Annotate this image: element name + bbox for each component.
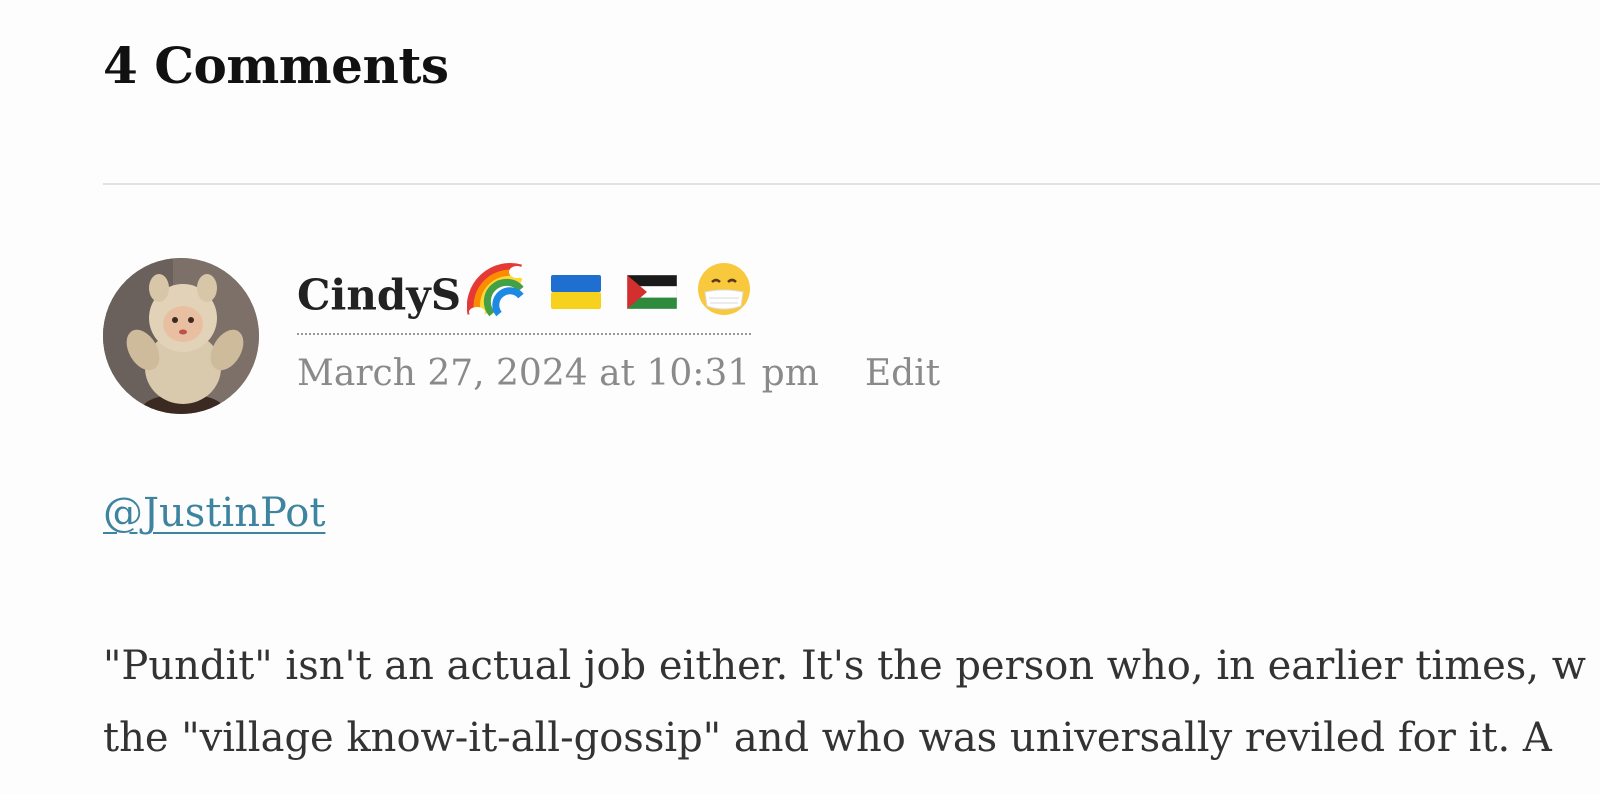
rainbow-icon: [466, 260, 526, 329]
comment-meta-row: March 27, 2024 at 10:31 pm Edit: [297, 353, 940, 394]
author-name[interactable]: CindyS: [297, 271, 461, 320]
comment-timestamp[interactable]: March 27, 2024 at 10:31 pm: [297, 353, 819, 394]
palestine-flag-icon: [607, 270, 678, 320]
ukraine-flag-icon: [531, 270, 602, 320]
comments-heading: 4 Comments: [103, 36, 449, 95]
author-line: CindyS: [297, 262, 752, 336]
comment-meta: CindyS March 27, 2024 at 10:31 pm Edit: [297, 262, 940, 394]
comment-body-line: the "village know-it-all-gossip" and who…: [103, 715, 1552, 761]
mention-link[interactable]: @JustinPot: [103, 490, 325, 536]
divider: [103, 183, 1600, 185]
avatar-image: [103, 258, 259, 414]
edit-link[interactable]: Edit: [865, 353, 940, 394]
avatar[interactable]: [103, 258, 259, 414]
face-with-medical-mask-icon: [697, 262, 751, 327]
comment-body-line: "Pundit" isn't an actual job either. It'…: [103, 643, 1586, 689]
comment-body: "Pundit" isn't an actual job either. It'…: [103, 630, 1600, 774]
